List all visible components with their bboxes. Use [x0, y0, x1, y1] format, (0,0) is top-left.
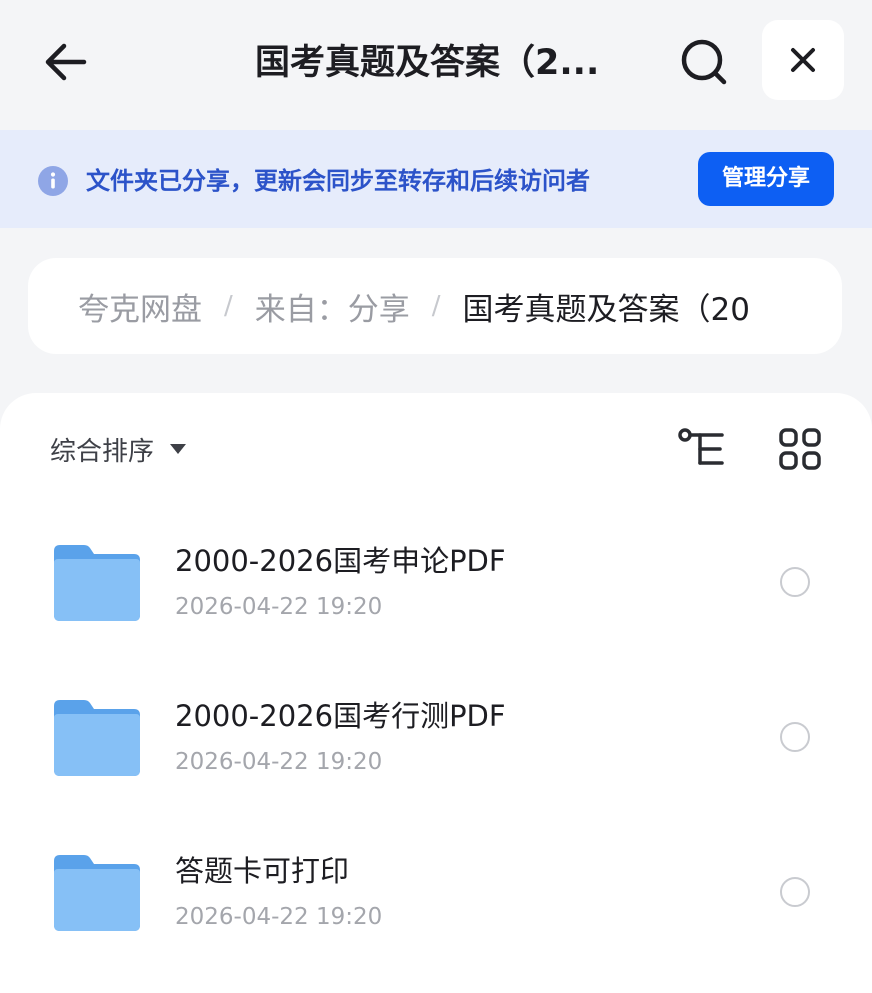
- breadcrumb: 夸克网盘 / 来自：分享 / 国考真题及答案（20: [28, 258, 842, 354]
- select-checkbox[interactable]: [780, 567, 810, 597]
- file-name: 2000-2026国考申论PDF: [175, 544, 506, 578]
- select-checkbox[interactable]: [780, 877, 810, 907]
- info-icon: [38, 166, 68, 196]
- file-date: 2026-04-22 19:20: [175, 904, 383, 930]
- file-row[interactable]: 2000-2026国考申论PDF 2026-04-22 19:20: [0, 519, 872, 649]
- manage-share-button[interactable]: 管理分享: [698, 152, 834, 206]
- breadcrumb-separator: /: [224, 291, 233, 321]
- back-button[interactable]: [38, 38, 94, 86]
- page-title: 国考真题及答案（2...: [255, 43, 600, 83]
- file-row[interactable]: 答题卡可打印 2026-04-22 19:20: [0, 829, 872, 959]
- file-date: 2026-04-22 19:20: [175, 594, 383, 620]
- grid-view-icon: [779, 428, 821, 470]
- file-date: 2026-04-22 19:20: [175, 749, 383, 775]
- top-bar: 国考真题及答案（2...: [0, 0, 872, 130]
- breadcrumb-item-quark-drive[interactable]: 夸克网盘: [78, 284, 202, 329]
- breadcrumb-row: 夸克网盘 / 来自：分享 / 国考真题及答案（20: [78, 258, 824, 354]
- file-name: 2000-2026国考行测PDF: [175, 699, 506, 733]
- folder-icon: [54, 545, 140, 621]
- breadcrumb-item-from-share[interactable]: 来自：分享: [255, 284, 410, 329]
- sort-dropdown[interactable]: 综合排序: [50, 427, 187, 471]
- breadcrumb-separator: /: [431, 291, 441, 321]
- share-notice-banner: 文件夹已分享，更新会同步至转存和后续访问者 管理分享: [0, 130, 872, 228]
- arrow-left-icon: [45, 43, 87, 81]
- tree-view-button[interactable]: [676, 427, 728, 471]
- select-checkbox[interactable]: [780, 722, 810, 752]
- folder-icon: [54, 700, 140, 776]
- folder-icon: [54, 855, 140, 931]
- search-button[interactable]: [678, 36, 730, 88]
- caret-down-icon: [170, 444, 187, 454]
- close-button[interactable]: [762, 20, 844, 100]
- file-list-panel: 综合排序 2000-2026国考申论PDF 2026-04-22 19:20 2…: [0, 393, 872, 993]
- grid-view-button[interactable]: [778, 427, 822, 471]
- breadcrumb-current: 国考真题及答案（20: [462, 291, 750, 328]
- file-name: 答题卡可打印: [175, 854, 350, 888]
- sort-label: 综合排序: [50, 436, 155, 467]
- close-icon: [791, 48, 815, 72]
- tree-view-icon: [678, 428, 724, 465]
- search-icon: [681, 39, 727, 85]
- share-notice-text: 文件夹已分享，更新会同步至转存和后续访问者: [86, 167, 590, 195]
- file-row[interactable]: 2000-2026国考行测PDF 2026-04-22 19:20: [0, 674, 872, 804]
